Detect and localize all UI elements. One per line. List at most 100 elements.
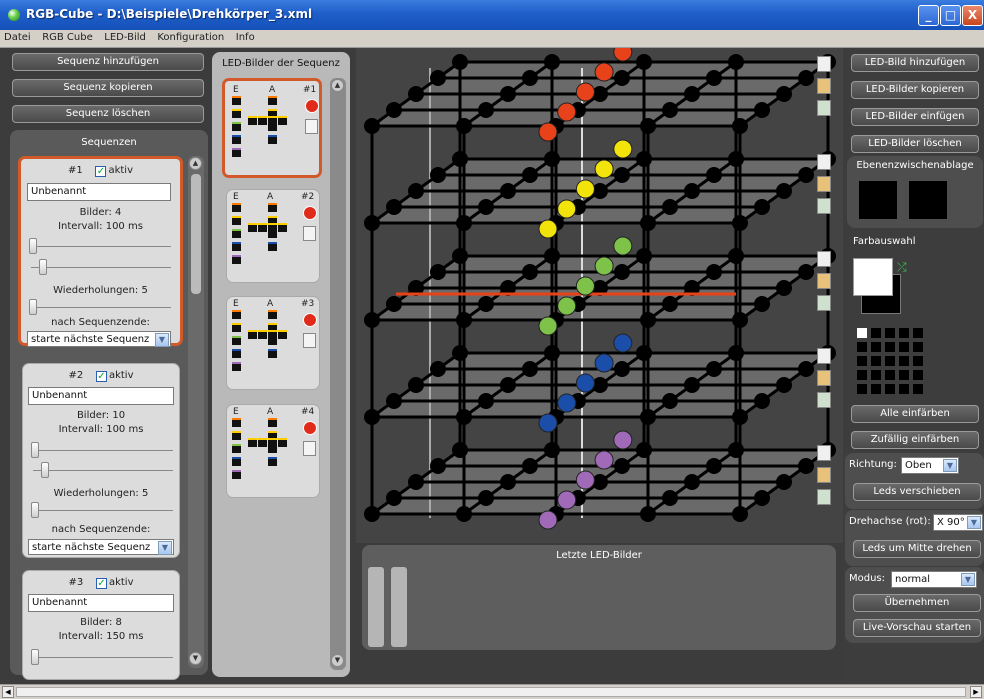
cube-led[interactable] (728, 345, 744, 361)
ledbilder-loeschen-button[interactable]: LED-Bilder löschen (851, 135, 979, 153)
cube-led[interactable] (636, 54, 652, 70)
cube-led[interactable] (706, 361, 722, 377)
cube-led[interactable] (430, 167, 446, 183)
intervall-slider-thumb-2[interactable] (31, 442, 39, 458)
palette-color-cell[interactable] (899, 328, 909, 338)
scroll-down-icon[interactable]: ▼ (189, 652, 202, 665)
cube-led[interactable] (754, 199, 770, 215)
cube-led[interactable] (706, 167, 722, 183)
sequenzen-scrollbar[interactable]: ▲ ▼ (188, 156, 204, 668)
cube-led[interactable] (728, 248, 744, 264)
palette-color-cell[interactable] (899, 384, 909, 394)
intervall-slider-2[interactable] (31, 442, 173, 458)
palette-color-cell[interactable] (899, 342, 909, 352)
colored-led[interactable] (594, 62, 614, 82)
sequence-name-input-1[interactable]: Unbenannt (27, 183, 171, 201)
cube-led[interactable] (684, 183, 700, 199)
recent-ledbild-1[interactable] (368, 567, 384, 647)
cube-led[interactable] (706, 70, 722, 86)
menu-rgb-cube[interactable]: RGB Cube (38, 30, 97, 45)
alle-einfaerben-button[interactable]: Alle einfärben (851, 405, 979, 423)
cube-led[interactable] (636, 248, 652, 264)
colored-led[interactable] (575, 470, 595, 490)
horizontal-scrollbar[interactable]: ◀ ▶ (0, 684, 984, 699)
fill-layer-icon[interactable] (817, 489, 831, 505)
palette-color-cell[interactable] (913, 384, 923, 394)
palette-color-cell[interactable] (871, 328, 881, 338)
cube-led[interactable] (754, 102, 770, 118)
cube-led[interactable] (684, 474, 700, 490)
cube-led[interactable] (544, 248, 560, 264)
ledbilder-einfuegen-button[interactable]: LED-Bilder einfügen (851, 108, 979, 126)
cube-led[interactable] (408, 183, 424, 199)
cube-led[interactable] (614, 458, 630, 474)
palette-color-cell[interactable] (871, 370, 881, 380)
paste-layer-icon[interactable] (817, 273, 831, 289)
colored-led[interactable] (613, 430, 633, 450)
ledbild-hinzufuegen-button[interactable]: LED-Bild hinzufügen (851, 54, 979, 72)
delete-icon[interactable] (303, 421, 317, 435)
menu-datei[interactable]: Datei (0, 30, 35, 45)
cube-led[interactable] (522, 264, 538, 280)
palette-color-cell[interactable] (885, 356, 895, 366)
cube-led[interactable] (408, 377, 424, 393)
colored-led[interactable] (538, 316, 558, 336)
copy-icon[interactable] (303, 441, 316, 456)
palette-color-cell[interactable] (885, 328, 895, 338)
fill-layer-icon[interactable] (817, 100, 831, 116)
richtung-select[interactable]: Oben ▼ (901, 457, 959, 474)
helligkeit-slider-thumb-2[interactable] (41, 462, 49, 478)
paste-layer-icon[interactable] (817, 370, 831, 386)
sequenz-loeschen-button[interactable]: Sequenz löschen (12, 105, 204, 123)
scroll-up-icon[interactable]: ▲ (331, 79, 344, 92)
colored-led[interactable] (613, 42, 633, 62)
cube-led[interactable] (500, 86, 516, 102)
foreground-color-swatch[interactable] (853, 258, 893, 296)
cube-led[interactable] (662, 490, 678, 506)
sequence-card-2[interactable]: #2 ✓ aktiv Unbenannt Bilder: 10 Intervall… (22, 363, 180, 558)
cube-led[interactable] (364, 506, 380, 522)
colored-led[interactable] (557, 490, 577, 510)
cube-led[interactable] (636, 151, 652, 167)
ledbild-card-3[interactable]: E A #3 (226, 296, 320, 390)
wiederholungen-slider-thumb-1[interactable] (29, 299, 37, 315)
cube-led[interactable] (478, 102, 494, 118)
cube-led[interactable] (662, 393, 678, 409)
nach-sequenzende-select-1[interactable]: starte nächste Sequenz ▼ (27, 331, 171, 347)
scroll-right-icon[interactable]: ▶ (970, 686, 982, 698)
sequenz-hinzufuegen-button[interactable]: Sequenz hinzufügen (12, 53, 204, 71)
drehachse-select[interactable]: X 90° ▼ (933, 514, 983, 531)
menu-info[interactable]: Info (232, 30, 259, 45)
cube-led[interactable] (706, 264, 722, 280)
minimize-button[interactable]: _ (918, 5, 939, 26)
cube-viewport[interactable] (356, 42, 843, 543)
leds-verschieben-button[interactable]: Leds verschieben (853, 483, 981, 501)
cube-led[interactable] (452, 151, 468, 167)
cube-led[interactable] (614, 167, 630, 183)
cube-led[interactable] (452, 248, 468, 264)
scroll-left-icon[interactable]: ◀ (2, 686, 14, 698)
cube-led[interactable] (364, 215, 380, 231)
colored-led[interactable] (557, 393, 577, 413)
cube-led[interactable] (452, 442, 468, 458)
cube-led[interactable] (386, 393, 402, 409)
palette-color-cell[interactable] (913, 370, 923, 380)
cube-led[interactable] (430, 458, 446, 474)
cube-led[interactable] (452, 54, 468, 70)
colored-led[interactable] (594, 159, 614, 179)
live-vorschau-button[interactable]: Live-Vorschau starten (853, 619, 981, 637)
cube-led[interactable] (662, 102, 678, 118)
colored-led[interactable] (575, 82, 595, 102)
palette-color-cell[interactable] (857, 356, 867, 366)
cube-led[interactable] (408, 86, 424, 102)
cube-led[interactable] (500, 183, 516, 199)
cube-led[interactable] (640, 409, 656, 425)
palette-color-cell[interactable] (857, 342, 867, 352)
palette-color-cell[interactable] (885, 370, 895, 380)
copy-icon[interactable] (305, 119, 318, 134)
colored-led[interactable] (538, 510, 558, 530)
cube-led[interactable] (478, 490, 494, 506)
palette-color-cell[interactable] (871, 356, 881, 366)
helligkeit-slider-2[interactable] (33, 462, 173, 478)
ledbild-card-1[interactable]: E A #1 (222, 78, 322, 178)
